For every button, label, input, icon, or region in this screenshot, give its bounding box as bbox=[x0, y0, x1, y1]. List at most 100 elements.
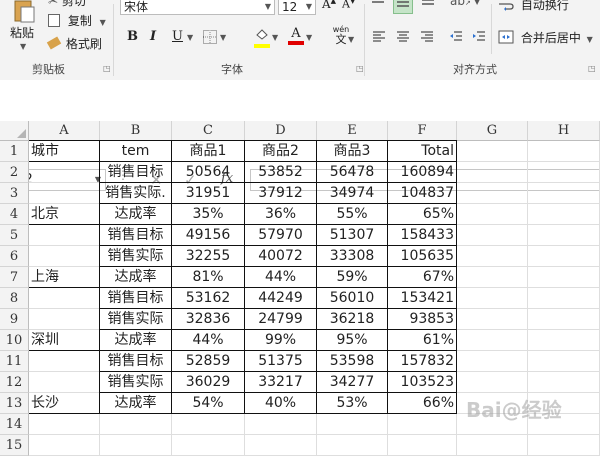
item-cell[interactable]: 达成率 bbox=[102, 393, 169, 414]
header-city[interactable]: 城市 bbox=[31, 141, 97, 162]
item-cell[interactable]: 达成率 bbox=[102, 204, 169, 225]
row-header-5[interactable]: 5 bbox=[0, 225, 29, 246]
header-item[interactable]: tem bbox=[102, 141, 169, 162]
merge-dropdown-icon[interactable]: ▼ bbox=[587, 35, 593, 44]
product-3-cell[interactable]: 53% bbox=[319, 393, 385, 414]
paste-dropdown-icon[interactable]: ▼ bbox=[20, 42, 26, 51]
row-header-3[interactable]: 3 bbox=[0, 183, 29, 204]
total-cell[interactable]: 153421 bbox=[390, 288, 454, 309]
borders-button[interactable] bbox=[203, 30, 217, 44]
column-header-d[interactable]: D bbox=[245, 121, 317, 141]
total-cell[interactable]: 61% bbox=[390, 330, 454, 351]
product-1-cell[interactable]: 31951 bbox=[174, 183, 242, 204]
product-3-cell[interactable]: 51307 bbox=[319, 225, 385, 246]
total-cell[interactable]: 105635 bbox=[390, 246, 454, 267]
total-cell[interactable]: 66% bbox=[390, 393, 454, 414]
total-cell[interactable]: 65% bbox=[390, 204, 454, 225]
total-cell[interactable]: 157832 bbox=[390, 351, 454, 372]
column-header-f[interactable]: F bbox=[388, 121, 457, 141]
column-header-c[interactable]: C bbox=[172, 121, 245, 141]
product-3-cell[interactable]: 36218 bbox=[319, 309, 385, 330]
orientation-dropdown-icon[interactable]: ▼ bbox=[474, 0, 480, 6]
item-cell[interactable]: 销售实际 bbox=[102, 246, 169, 267]
align-right-button[interactable] bbox=[420, 30, 434, 44]
increase-font-size-button[interactable]: A▲ bbox=[322, 0, 336, 11]
align-middle-button[interactable] bbox=[393, 0, 413, 14]
row-header-9[interactable]: 9 bbox=[0, 309, 29, 330]
decrease-indent-button[interactable] bbox=[449, 30, 463, 44]
product-1-cell[interactable]: 53162 bbox=[174, 288, 242, 309]
product-1-cell[interactable]: 54% bbox=[174, 393, 242, 414]
total-cell[interactable]: 103523 bbox=[390, 372, 454, 393]
row-header-13[interactable]: 13 bbox=[0, 393, 29, 414]
header-product-2[interactable]: 商品2 bbox=[247, 141, 314, 162]
decrease-font-size-button[interactable]: A▼ bbox=[342, 0, 355, 11]
column-header-e[interactable]: E bbox=[317, 121, 388, 141]
select-all-corner[interactable] bbox=[0, 121, 29, 141]
product-2-cell[interactable]: 53852 bbox=[247, 162, 314, 183]
product-1-cell[interactable]: 32836 bbox=[174, 309, 242, 330]
product-1-cell[interactable]: 35% bbox=[174, 204, 242, 225]
item-cell[interactable]: 销售目标 bbox=[102, 351, 169, 372]
bold-button[interactable]: B bbox=[127, 29, 138, 44]
product-2-cell[interactable]: 57970 bbox=[247, 225, 314, 246]
align-left-button[interactable] bbox=[372, 30, 386, 44]
align-top-button[interactable] bbox=[370, 0, 386, 10]
item-cell[interactable]: 销售实际 bbox=[102, 372, 169, 393]
increase-indent-button[interactable] bbox=[472, 30, 486, 44]
product-2-cell[interactable]: 40072 bbox=[247, 246, 314, 267]
item-cell[interactable]: 达成率 bbox=[102, 267, 169, 288]
product-3-cell[interactable]: 53598 bbox=[319, 351, 385, 372]
total-cell[interactable]: 67% bbox=[390, 267, 454, 288]
align-bottom-button[interactable] bbox=[420, 0, 436, 10]
paste-button[interactable]: 粘贴 ▼ bbox=[4, 0, 44, 56]
item-cell[interactable]: 销售目标 bbox=[102, 162, 169, 183]
product-2-cell[interactable]: 37912 bbox=[247, 183, 314, 204]
alignment-launcher-icon[interactable]: ◳ bbox=[588, 64, 596, 73]
row-header-12[interactable]: 12 bbox=[0, 372, 29, 393]
font-color-button[interactable]: A bbox=[288, 27, 304, 47]
product-2-cell[interactable]: 24799 bbox=[247, 309, 314, 330]
column-header-b[interactable]: B bbox=[100, 121, 172, 141]
copy-dropdown-icon[interactable]: ▼ bbox=[100, 18, 106, 27]
total-cell[interactable]: 93853 bbox=[390, 309, 454, 330]
product-1-cell[interactable]: 49156 bbox=[174, 225, 242, 246]
item-cell[interactable]: 销售目标 bbox=[102, 288, 169, 309]
column-header-g[interactable]: G bbox=[457, 121, 528, 141]
font-color-dropdown-icon[interactable]: ▼ bbox=[306, 33, 312, 42]
orientation-button[interactable]: ab↗ bbox=[450, 0, 471, 8]
product-1-cell[interactable]: 50564 bbox=[174, 162, 242, 183]
underline-dropdown-icon[interactable]: ▼ bbox=[187, 33, 193, 42]
fill-color-dropdown-icon[interactable]: ▼ bbox=[272, 33, 278, 42]
wrap-text-button[interactable]: 自动换行 bbox=[498, 0, 569, 14]
align-center-button[interactable] bbox=[396, 30, 410, 44]
fill-color-button[interactable] bbox=[254, 27, 270, 48]
total-cell[interactable]: 104837 bbox=[390, 183, 454, 204]
header-total[interactable]: Total bbox=[390, 141, 454, 162]
underline-button[interactable]: U bbox=[172, 29, 183, 44]
product-3-cell[interactable]: 95% bbox=[319, 330, 385, 351]
product-2-cell[interactable]: 40% bbox=[247, 393, 314, 414]
row-header-15[interactable]: 15 bbox=[0, 435, 29, 456]
column-header-a[interactable]: A bbox=[29, 121, 100, 141]
product-3-cell[interactable]: 34277 bbox=[319, 372, 385, 393]
product-3-cell[interactable]: 55% bbox=[319, 204, 385, 225]
borders-dropdown-icon[interactable]: ▼ bbox=[220, 33, 226, 42]
row-header-11[interactable]: 11 bbox=[0, 351, 29, 372]
row-header-10[interactable]: 10 bbox=[0, 330, 29, 351]
product-2-cell[interactable]: 44249 bbox=[247, 288, 314, 309]
product-1-cell[interactable]: 32255 bbox=[174, 246, 242, 267]
product-3-cell[interactable]: 33308 bbox=[319, 246, 385, 267]
row-header-2[interactable]: 2 bbox=[0, 162, 29, 183]
italic-button[interactable]: I bbox=[150, 29, 156, 44]
row-header-8[interactable]: 8 bbox=[0, 288, 29, 309]
copy-button[interactable]: 复制 ▼ bbox=[48, 12, 106, 30]
clipboard-launcher-icon[interactable]: ◳ bbox=[103, 64, 111, 73]
product-2-cell[interactable]: 99% bbox=[247, 330, 314, 351]
product-1-cell[interactable]: 44% bbox=[174, 330, 242, 351]
row-header-4[interactable]: 4 bbox=[0, 204, 29, 225]
phonetic-dropdown-icon[interactable]: ▼ bbox=[348, 35, 354, 44]
format-painter-button[interactable]: 格式刷 bbox=[46, 35, 102, 53]
cut-button[interactable]: ✂ 剪切 bbox=[48, 0, 86, 8]
column-header-h[interactable]: H bbox=[528, 121, 600, 141]
